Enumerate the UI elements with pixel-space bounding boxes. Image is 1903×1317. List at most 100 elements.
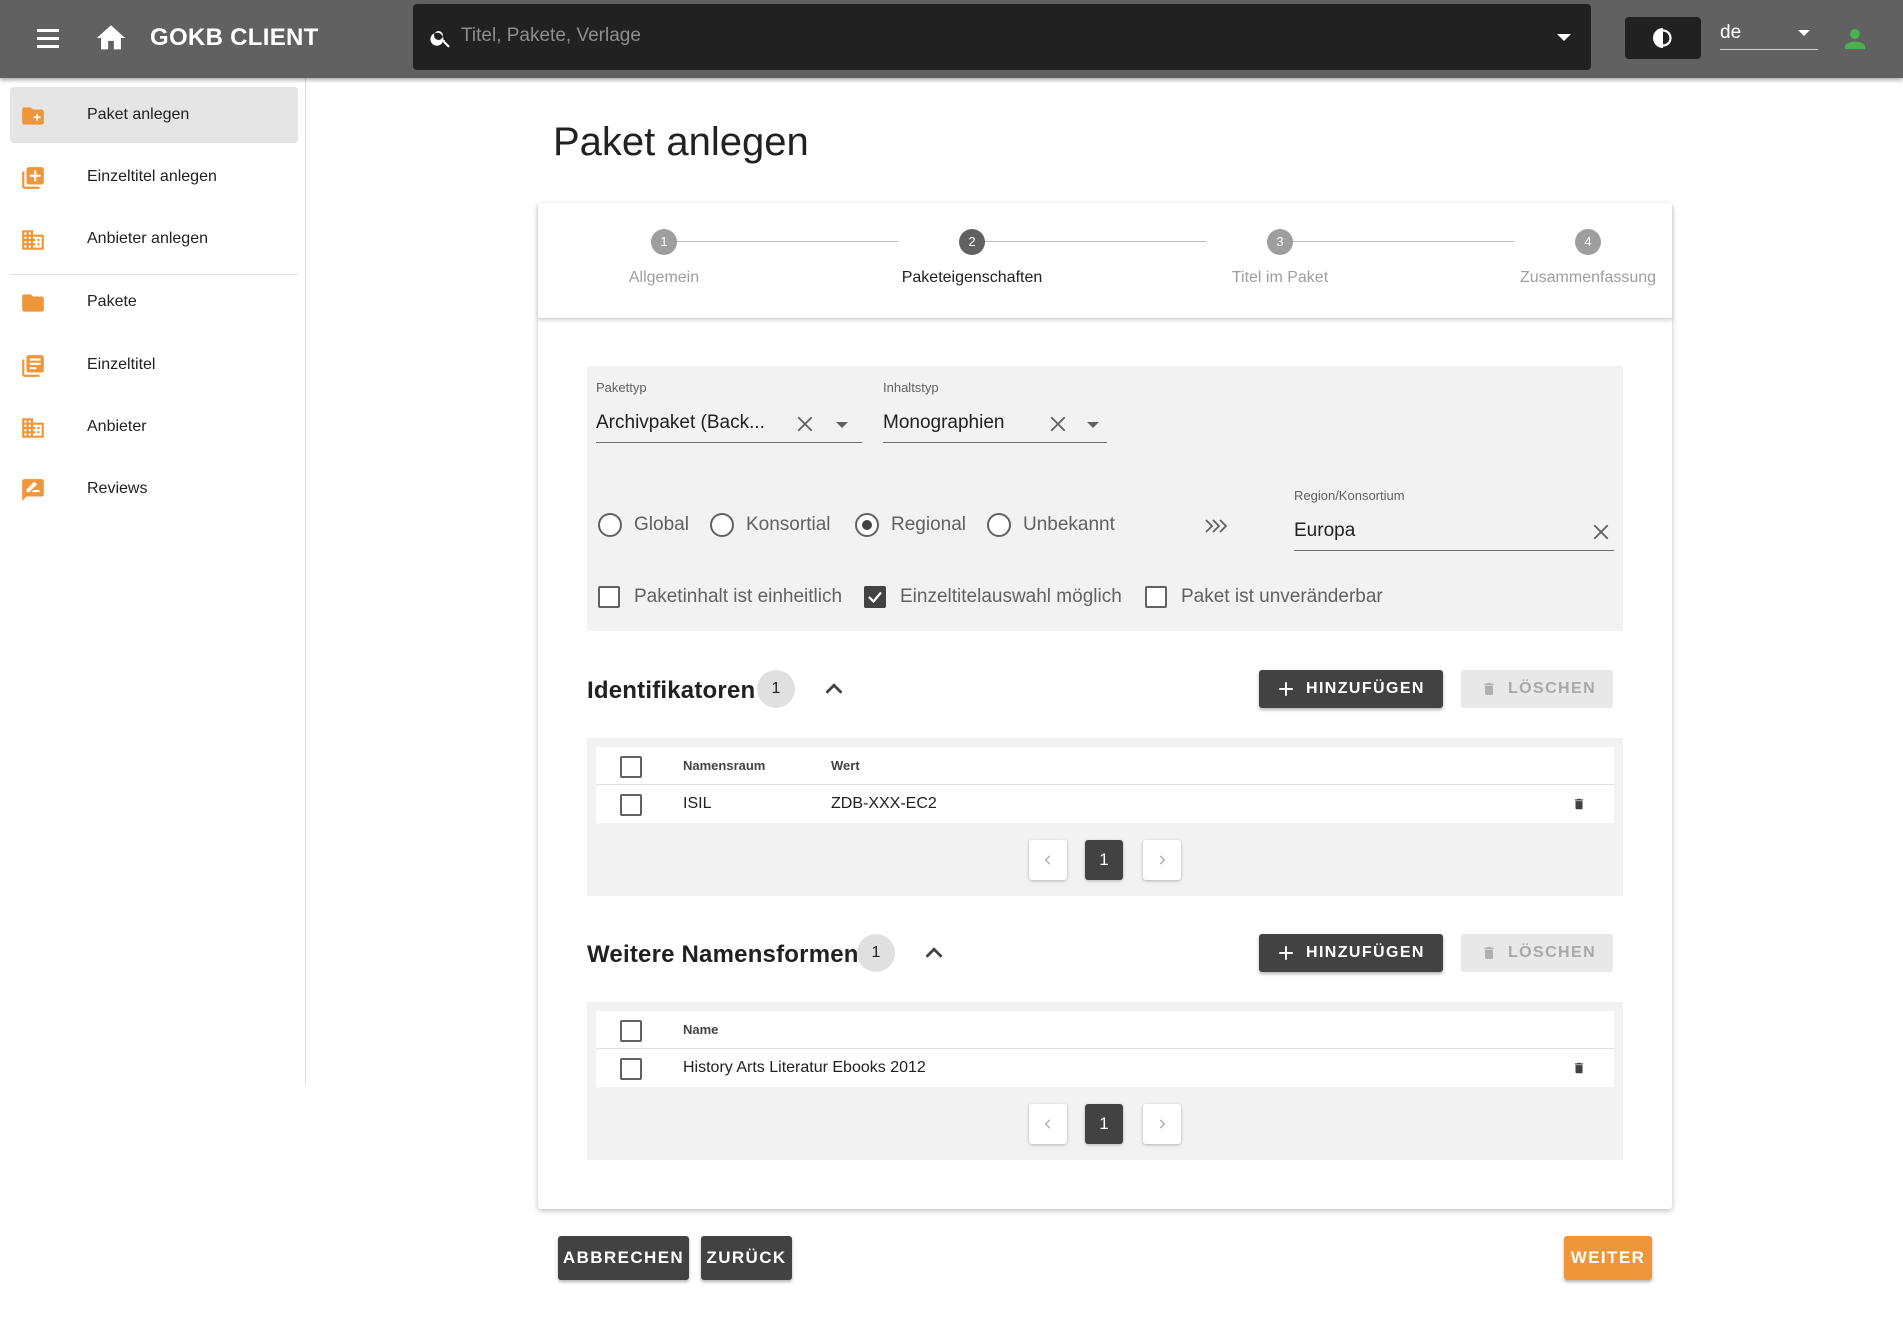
menu-icon[interactable] <box>30 20 66 56</box>
region-consortium-field[interactable]: Region/Konsortium Europa <box>1294 488 1614 551</box>
field-label: Pakettyp <box>596 380 647 395</box>
button-label: HINZUFÜGEN <box>1306 680 1425 697</box>
prev-page-button[interactable] <box>1029 840 1067 880</box>
column-header-name[interactable]: Name <box>683 1022 718 1037</box>
stepper: 1 Allgemein 2 Paketeigenschaften 3 Titel… <box>538 203 1672 319</box>
clear-icon[interactable] <box>796 415 814 433</box>
package-type-select[interactable]: Pakettyp Archivpaket (Back... <box>596 380 862 443</box>
sidebar-item-reviews[interactable]: Reviews <box>10 461 298 517</box>
radio-global[interactable]: Global <box>598 509 698 539</box>
identifiers-table: Namensraum Wert ISIL ZDB-XXX-EC2 <box>596 747 1614 823</box>
add-identifier-button[interactable]: HINZUFÜGEN <box>1259 670 1443 708</box>
sidebar-item-label: Anbieter anlegen <box>87 230 208 247</box>
alt-names-section-title: Weitere Namensformen <box>587 941 859 968</box>
radio-circle <box>598 513 622 537</box>
search-icon <box>430 31 450 48</box>
chevron-up-icon[interactable] <box>919 938 949 968</box>
column-header-wert[interactable]: Wert <box>831 758 860 773</box>
step-label: Titel im Paket <box>1231 269 1329 286</box>
select-all-checkbox[interactable] <box>620 756 642 778</box>
delete-alt-name-button[interactable]: LÖSCHEN <box>1461 934 1613 972</box>
checkbox-label: Paketinhalt ist einheitlich <box>634 586 843 607</box>
content-type-select[interactable]: Inhaltstyp Monographien <box>883 380 1107 443</box>
chevron-down-icon[interactable] <box>1087 422 1099 428</box>
add-alt-name-button[interactable]: HINZUFÜGEN <box>1259 934 1443 972</box>
account-icon[interactable] <box>1840 24 1870 54</box>
home-icon[interactable] <box>94 20 128 56</box>
field-value: Europa <box>1294 520 1356 541</box>
search-dropdown-icon[interactable] <box>1557 34 1571 41</box>
field-underline <box>596 442 862 443</box>
cancel-button[interactable]: ABBRECHEN <box>558 1236 689 1280</box>
row-checkbox[interactable] <box>620 794 642 816</box>
radio-regional[interactable]: Regional <box>855 509 975 539</box>
search-input[interactable] <box>461 18 1511 54</box>
field-label: Region/Konsortium <box>1294 488 1405 503</box>
button-label: LÖSCHEN <box>1508 944 1597 961</box>
step-zusammenfassung[interactable]: 4 Zusammenfassung <box>1468 229 1708 287</box>
theme-toggle-button[interactable] <box>1625 17 1701 59</box>
sidebar-item-label: Pakete <box>87 293 137 310</box>
next-page-button[interactable] <box>1143 840 1181 880</box>
step-label: Zusammenfassung <box>1519 269 1657 286</box>
sidebar-item-paket-anlegen[interactable]: Paket anlegen <box>10 87 298 143</box>
trash-icon[interactable] <box>1572 796 1586 812</box>
step-number: 3 <box>1267 229 1293 255</box>
row-checkbox[interactable] <box>620 1058 642 1080</box>
folder-icon <box>22 294 44 312</box>
sidebar-item-label: Einzeltitel anlegen <box>87 168 217 185</box>
checkbox-box <box>1145 586 1167 608</box>
next-page-button[interactable] <box>1143 1104 1181 1144</box>
cell-name: History Arts Literatur Ebooks 2012 <box>683 1059 926 1076</box>
page-button-current[interactable]: 1 <box>1085 840 1123 880</box>
radio-circle <box>855 513 879 537</box>
checkbox-einzeltitelauswahl[interactable]: Einzeltitelauswahl möglich <box>864 584 1126 610</box>
table-row: History Arts Literatur Ebooks 2012 <box>596 1049 1614 1087</box>
prev-page-button[interactable] <box>1029 1104 1067 1144</box>
trash-icon[interactable] <box>1572 1060 1586 1076</box>
check-icon <box>864 586 886 608</box>
radio-label: Unbekannt <box>1023 514 1115 535</box>
button-label: LÖSCHEN <box>1508 680 1597 697</box>
step-titel-im-paket[interactable]: 3 Titel im Paket <box>1160 229 1400 287</box>
radio-circle <box>987 513 1011 537</box>
step-label: Allgemein <box>628 269 700 286</box>
clear-icon[interactable] <box>1592 523 1610 541</box>
back-button[interactable]: ZURÜCK <box>701 1236 792 1280</box>
field-value: Archivpaket (Back... <box>596 412 765 433</box>
app-title[interactable]: GOKB CLIENT <box>150 24 319 52</box>
sidebar-item-label: Einzeltitel <box>87 356 156 373</box>
page-title: Paket anlegen <box>553 120 809 164</box>
trash-icon <box>1484 947 1494 959</box>
checkbox-paketinhalt-einheitlich[interactable]: Paketinhalt ist einheitlich <box>598 584 860 610</box>
sidebar-item-anbieter[interactable]: Anbieter <box>10 399 298 455</box>
chevron-up-icon[interactable] <box>819 674 849 704</box>
sidebar-item-einzeltitel[interactable]: Einzeltitel <box>10 337 298 393</box>
sidebar-item-anbieter-anlegen[interactable]: Anbieter anlegen <box>10 211 298 267</box>
select-all-checkbox[interactable] <box>620 1020 642 1042</box>
column-header-namensraum[interactable]: Namensraum <box>683 758 765 773</box>
step-paketeigenschaften[interactable]: 2 Paketeigenschaften <box>852 229 1092 287</box>
radio-label: Global <box>634 514 689 535</box>
chevron-down-icon[interactable] <box>836 422 848 428</box>
search-bar[interactable] <box>413 4 1591 70</box>
radio-unbekannt[interactable]: Unbekannt <box>987 509 1117 539</box>
library-add-icon <box>22 167 44 189</box>
clear-icon[interactable] <box>1049 415 1067 433</box>
field-underline <box>883 442 1107 443</box>
next-button[interactable]: WEITER <box>1564 1236 1652 1280</box>
checkbox-label: Paket ist unveränderbar <box>1181 586 1383 607</box>
delete-identifier-button[interactable]: LÖSCHEN <box>1461 670 1613 708</box>
page-button-current[interactable]: 1 <box>1085 1104 1123 1144</box>
language-select[interactable]: de <box>1720 18 1818 50</box>
step-allgemein[interactable]: 1 Allgemein <box>544 229 784 287</box>
sidebar-item-pakete[interactable]: Pakete <box>10 274 298 330</box>
sidebar-item-label: Reviews <box>87 480 148 497</box>
radio-konsortial[interactable]: Konsortial <box>710 509 838 539</box>
chevron-down-icon <box>1798 30 1810 36</box>
field-value: Monographien <box>883 412 1005 433</box>
sidebar-item-label: Anbieter <box>87 418 147 435</box>
checkbox-paket-unveraenderbar[interactable]: Paket ist unveränderbar <box>1145 584 1385 610</box>
sidebar-item-einzeltitel-anlegen[interactable]: Einzeltitel anlegen <box>10 149 298 205</box>
checkbox-label: Einzeltitelauswahl möglich <box>900 586 1122 607</box>
